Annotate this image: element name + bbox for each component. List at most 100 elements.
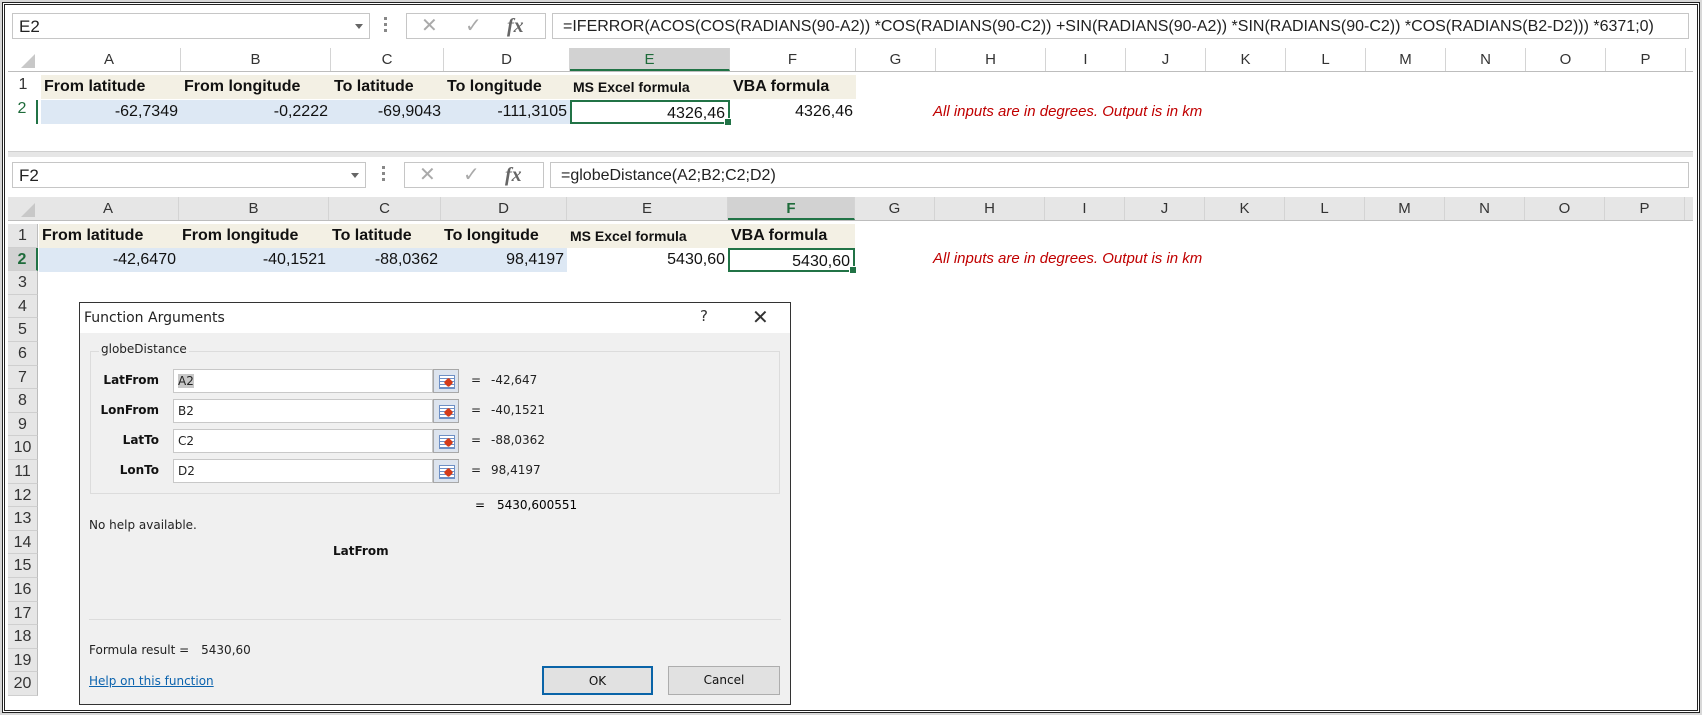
row-header-1[interactable]: 1 — [8, 76, 38, 98]
row-header-10[interactable]: 10 — [8, 436, 38, 460]
cell-b1[interactable]: From longitude — [179, 224, 329, 248]
collapse-dialog-icon[interactable] — [433, 369, 459, 393]
row-header-9[interactable]: 9 — [8, 412, 38, 437]
column-header-m[interactable]: M — [1365, 197, 1445, 220]
row-header-4[interactable]: 4 — [8, 294, 38, 319]
cell-a2[interactable]: -42,6470 — [39, 248, 179, 272]
collapse-dialog-icon[interactable] — [433, 399, 459, 423]
close-icon[interactable]: ✕ — [752, 305, 769, 329]
column-header-c[interactable]: C — [329, 197, 441, 220]
cell-c2[interactable]: -69,9043 — [331, 100, 444, 124]
cell-d2[interactable]: -111,3105 — [444, 100, 570, 124]
cell-f2[interactable]: 5430,60 — [728, 248, 857, 274]
column-header-g[interactable]: G — [856, 48, 936, 71]
more-options-icon[interactable] — [384, 17, 388, 35]
latfrom-input[interactable]: A2 — [173, 369, 433, 393]
column-header-c[interactable]: C — [331, 48, 444, 71]
select-all-corner[interactable] — [8, 48, 38, 71]
row-header-8[interactable]: 8 — [8, 389, 38, 413]
row-header-16[interactable]: 16 — [8, 578, 38, 602]
column-header-o[interactable]: O — [1525, 197, 1605, 220]
column-header-l[interactable]: L — [1286, 48, 1366, 71]
more-options-icon[interactable] — [382, 166, 386, 184]
collapse-dialog-icon[interactable] — [433, 429, 459, 453]
cell-e1[interactable]: MS Excel formula — [570, 75, 730, 99]
name-box[interactable]: E2 — [12, 13, 370, 39]
column-header-d[interactable]: D — [444, 48, 570, 71]
column-header-j[interactable]: J — [1125, 197, 1205, 220]
chevron-down-icon[interactable] — [355, 24, 363, 29]
cell-d1[interactable]: To longitude — [444, 75, 570, 99]
column-header-n[interactable]: N — [1446, 48, 1526, 71]
cell-a2[interactable]: -62,7349 — [41, 100, 181, 124]
cell-e1[interactable]: MS Excel formula — [567, 224, 728, 248]
column-header-e[interactable]: E — [570, 48, 730, 71]
help-icon[interactable]: ? — [700, 307, 708, 325]
column-header-a[interactable]: A — [38, 197, 179, 220]
column-header-e[interactable]: E — [567, 197, 728, 220]
cancel-icon[interactable]: ✕ — [421, 14, 438, 38]
row-header-2[interactable]: 2 — [8, 100, 38, 124]
enter-icon[interactable]: ✓ — [463, 163, 480, 187]
row-header-15[interactable]: 15 — [8, 554, 38, 578]
name-box[interactable]: F2 — [12, 162, 366, 188]
column-header-l[interactable]: L — [1285, 197, 1365, 220]
cell-c1[interactable]: To latitude — [329, 224, 441, 248]
row-header-18[interactable]: 18 — [8, 625, 38, 649]
column-header-a[interactable]: A — [38, 48, 181, 71]
insert-function-icon[interactable]: fx — [505, 163, 522, 187]
column-header-f[interactable]: F — [730, 48, 856, 71]
select-all-corner[interactable] — [8, 197, 38, 220]
formula-input[interactable]: =IFERROR(ACOS(COS(RADIANS(90-A2)) *COS(R… — [552, 13, 1689, 39]
chevron-down-icon[interactable] — [351, 173, 359, 178]
cancel-icon[interactable]: ✕ — [419, 163, 436, 187]
cell-d1[interactable]: To longitude — [441, 224, 567, 248]
cell-a1[interactable]: From latitude — [41, 75, 181, 99]
column-header-d[interactable]: D — [441, 197, 567, 220]
row-header-12[interactable]: 12 — [8, 483, 38, 508]
cell-a1[interactable]: From latitude — [39, 224, 179, 248]
column-header-g[interactable]: G — [855, 197, 935, 220]
cell-d2[interactable]: 98,4197 — [441, 248, 567, 272]
column-header-k[interactable]: K — [1205, 197, 1285, 220]
column-header-i[interactable]: I — [1046, 48, 1126, 71]
cell-f1[interactable]: VBA formula — [730, 75, 856, 99]
column-header-h[interactable]: H — [935, 197, 1045, 220]
row-header-1[interactable]: 1 — [8, 224, 38, 248]
column-header-i[interactable]: I — [1045, 197, 1125, 220]
row-header-11[interactable]: 11 — [8, 460, 38, 484]
cell-f2[interactable]: 4326,46 — [730, 100, 856, 124]
row-header-7[interactable]: 7 — [8, 365, 38, 390]
row-header-2[interactable]: 2 — [8, 247, 38, 272]
cell-b2[interactable]: -40,1521 — [179, 248, 329, 272]
cell-e2[interactable]: 4326,46 — [570, 100, 732, 126]
ok-button[interactable]: OK — [542, 666, 653, 695]
column-header-f[interactable]: F — [728, 197, 855, 220]
latto-input[interactable]: C2 — [173, 429, 433, 453]
enter-icon[interactable]: ✓ — [465, 14, 482, 38]
row-header-6[interactable]: 6 — [8, 342, 38, 366]
collapse-dialog-icon[interactable] — [433, 459, 459, 483]
row-header-13[interactable]: 13 — [8, 507, 38, 531]
cancel-button[interactable]: Cancel — [668, 666, 780, 695]
column-header-k[interactable]: K — [1206, 48, 1286, 71]
cell-b1[interactable]: From longitude — [181, 75, 331, 99]
row-header-5[interactable]: 5 — [8, 318, 38, 342]
lonfrom-input[interactable]: B2 — [173, 399, 433, 423]
column-header-b[interactable]: B — [179, 197, 329, 220]
column-header-b[interactable]: B — [181, 48, 331, 71]
row-header-19[interactable]: 19 — [8, 648, 38, 673]
column-header-m[interactable]: M — [1366, 48, 1446, 71]
cell-b2[interactable]: -0,2222 — [181, 100, 331, 124]
row-header-20[interactable]: 20 — [8, 672, 38, 696]
row-header-17[interactable]: 17 — [8, 601, 38, 626]
column-header-n[interactable]: N — [1445, 197, 1525, 220]
column-header-o[interactable]: O — [1526, 48, 1606, 71]
column-header-p[interactable]: P — [1605, 197, 1685, 220]
cell-c2[interactable]: -88,0362 — [329, 248, 441, 272]
lonto-input[interactable]: D2 — [173, 459, 433, 483]
row-header-3[interactable]: 3 — [8, 271, 38, 295]
column-header-j[interactable]: J — [1126, 48, 1206, 71]
insert-function-icon[interactable]: fx — [507, 14, 524, 38]
row-header-14[interactable]: 14 — [8, 530, 38, 555]
